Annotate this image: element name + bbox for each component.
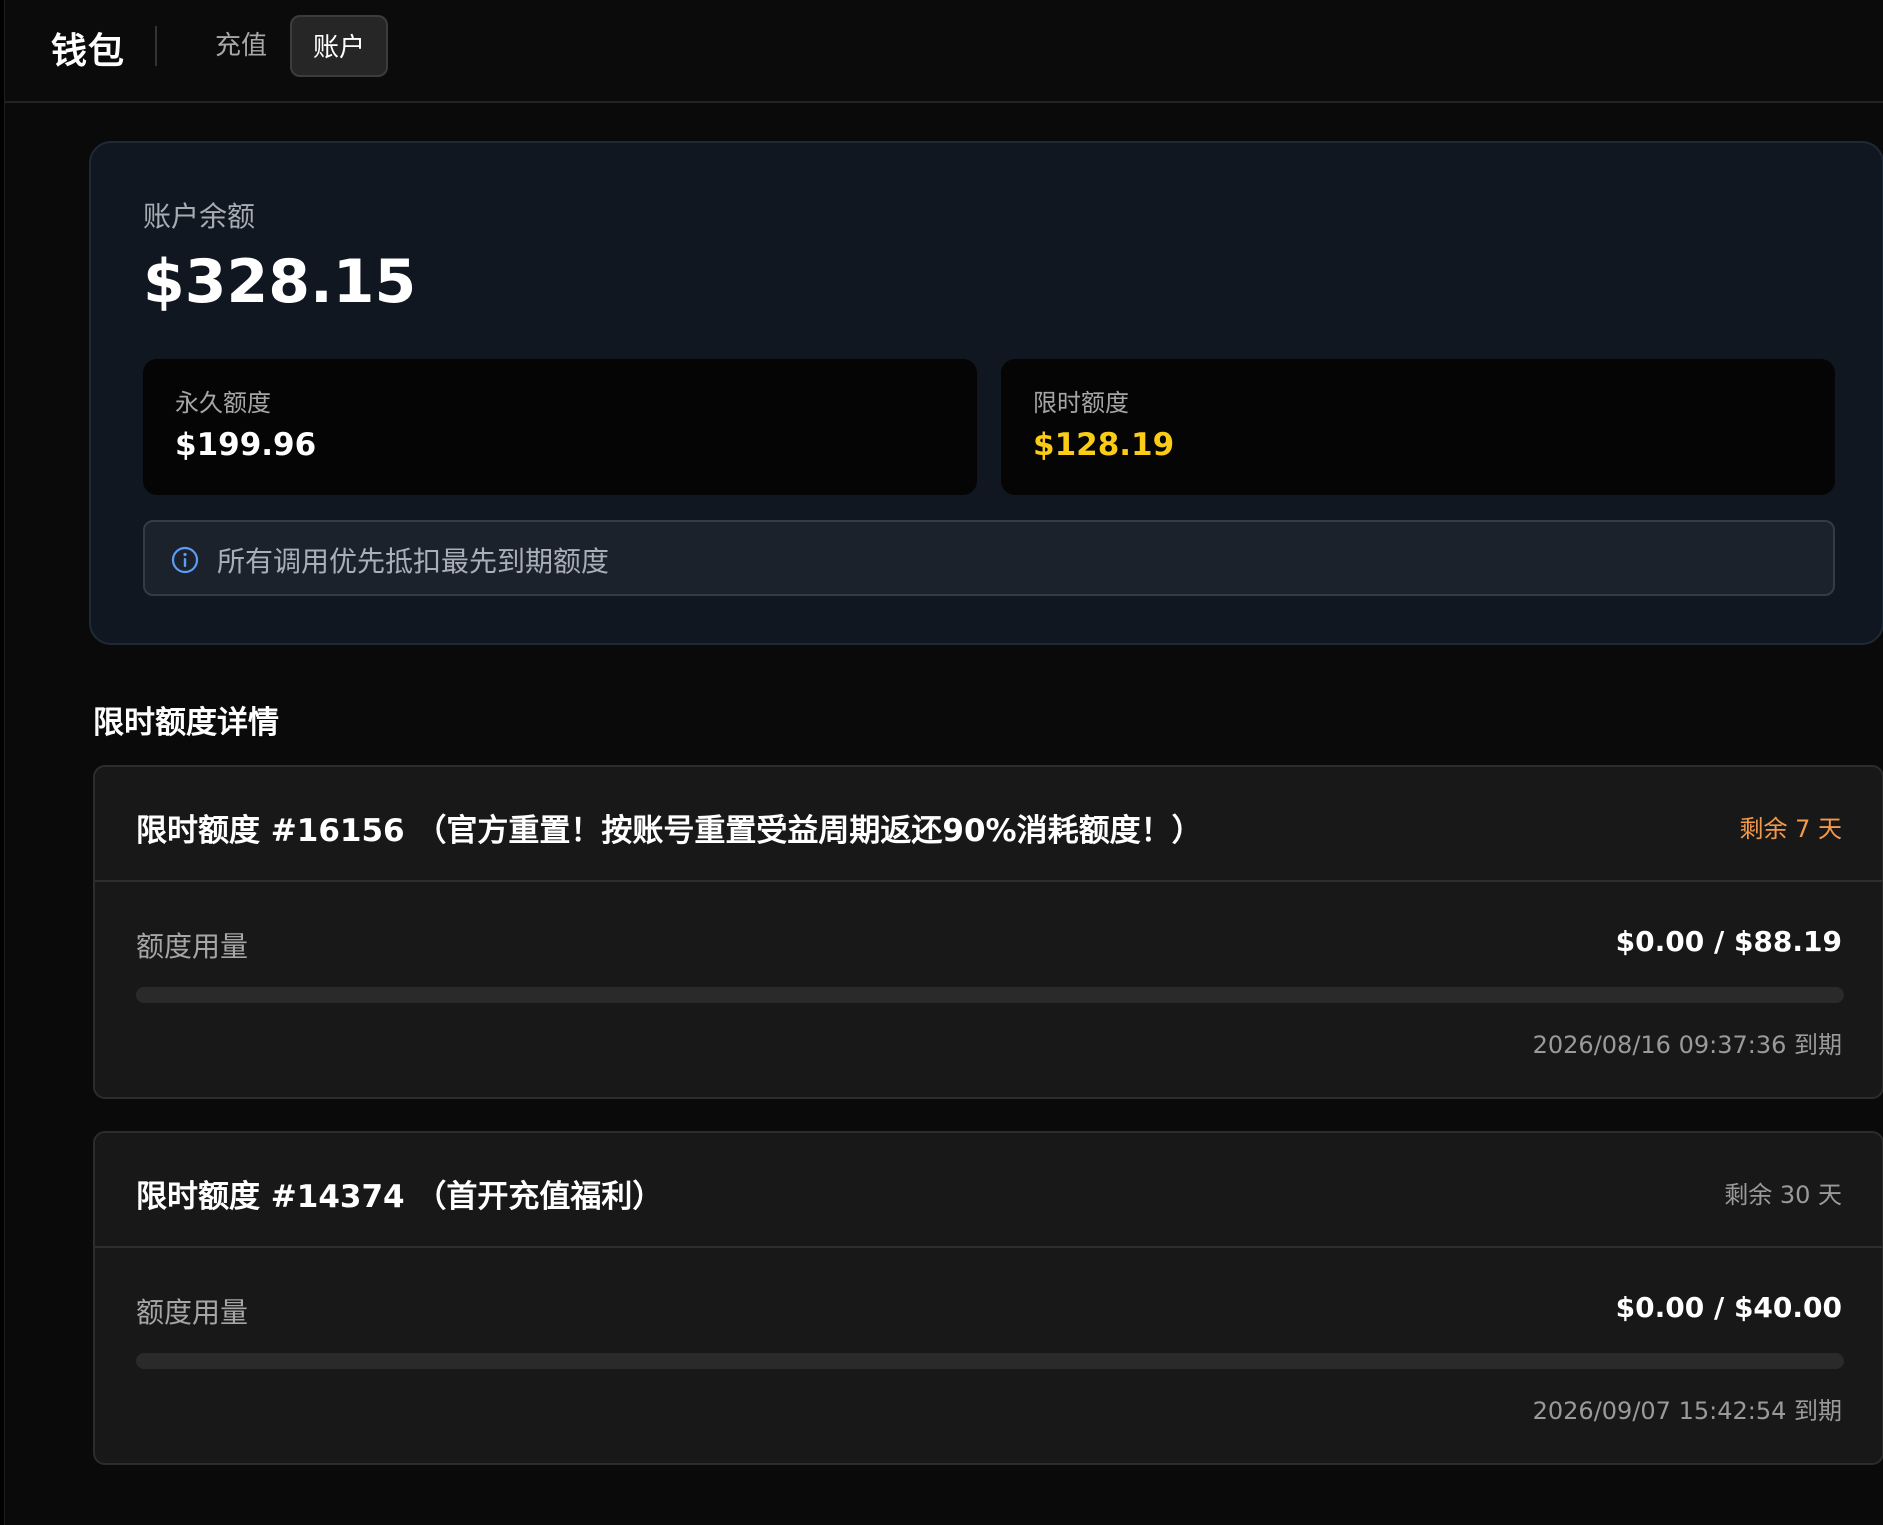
wallet-page: 钱包 充值 账户 账户余额 $328.15 永久额度 $199.96 限时额度 … — [4, 0, 1883, 1525]
grant-card: 限时额度 #14374 （首开充值福利） 剩余 30 天 额度用量 $0.00 … — [93, 1131, 1883, 1465]
permanent-quota-label: 永久额度 — [175, 389, 271, 417]
limited-quota-value: $128.19 — [1033, 427, 1175, 463]
grant-usage-bar — [136, 987, 1844, 1003]
balance-label: 账户余额 — [143, 200, 256, 233]
grant-header: 限时额度 #14374 （首开充值福利） 剩余 30 天 — [95, 1133, 1882, 1248]
balance-value: $328.15 — [143, 247, 417, 317]
section-title: 限时额度详情 — [93, 705, 279, 741]
grant-usage-value: $0.00 / $88.19 — [1615, 925, 1842, 958]
page-header: 钱包 充值 账户 — [5, 0, 1883, 103]
grant-remaining-badge: 剩余 7 天 — [1739, 815, 1842, 843]
permanent-quota-value: $199.96 — [175, 427, 317, 463]
grant-usage-bar — [136, 1353, 1844, 1369]
grant-remaining-badge: 剩余 30 天 — [1724, 1181, 1842, 1209]
grant-usage-label: 额度用量 — [136, 930, 249, 963]
balance-card: 账户余额 $328.15 永久额度 $199.96 限时额度 $128.19 所… — [89, 141, 1883, 645]
notice-text: 所有调用优先抵扣最先到期额度 — [217, 545, 610, 578]
grant-title: 限时额度 #16156 （官方重置！按账号重置受益周期返还90%消耗额度！） — [136, 813, 1203, 849]
grant-card: 限时额度 #16156 （官方重置！按账号重置受益周期返还90%消耗额度！） 剩… — [93, 765, 1883, 1099]
permanent-quota-card: 永久额度 $199.96 — [143, 359, 977, 495]
info-icon — [171, 546, 199, 574]
grant-expiry: 2026/08/16 09:37:36 到期 — [1532, 1031, 1842, 1059]
grant-usage-label: 额度用量 — [136, 1296, 249, 1329]
limited-quota-card: 限时额度 $128.19 — [1001, 359, 1835, 495]
grant-usage-value: $0.00 / $40.00 — [1615, 1291, 1842, 1324]
grant-title: 限时额度 #14374 （首开充值福利） — [136, 1179, 664, 1215]
limited-quota-label: 限时额度 — [1033, 389, 1129, 417]
grant-expiry: 2026/09/07 15:42:54 到期 — [1532, 1397, 1842, 1425]
page-title: 钱包 — [51, 31, 126, 72]
tab-account[interactable]: 账户 — [290, 15, 388, 77]
deduction-notice: 所有调用优先抵扣最先到期额度 — [143, 520, 1835, 596]
tab-recharge[interactable]: 充值 — [191, 15, 291, 77]
header-divider — [155, 26, 157, 66]
grant-header: 限时额度 #16156 （官方重置！按账号重置受益周期返还90%消耗额度！） 剩… — [95, 767, 1882, 882]
